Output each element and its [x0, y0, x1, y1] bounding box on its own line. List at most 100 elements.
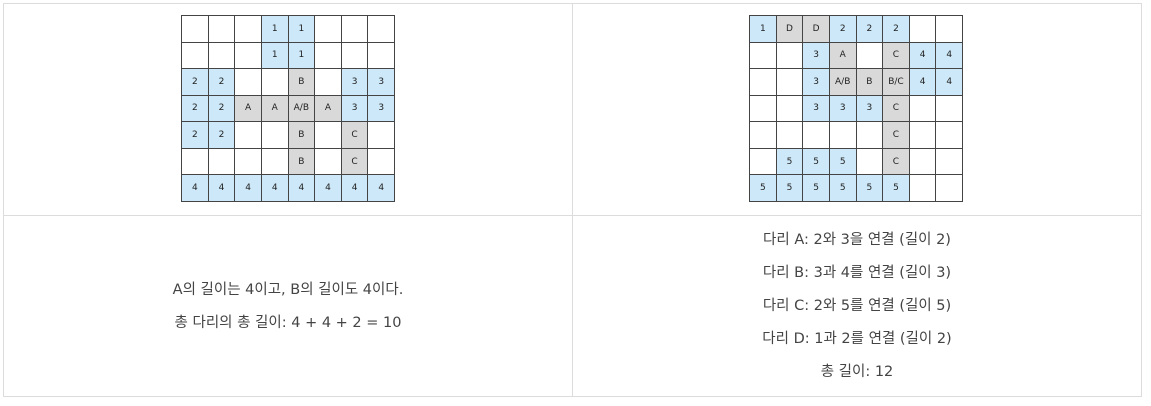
grid-cell-empty [368, 148, 395, 176]
grid-cell-bridge: C [883, 95, 910, 123]
grid-cell-island: 3 [829, 95, 857, 123]
grid-cell-island: 2 [208, 69, 236, 96]
grid-cell-empty [803, 122, 830, 149]
grid-cell-empty [261, 122, 289, 149]
grid-cell-bridge: B [288, 122, 316, 149]
grid-cell-empty [936, 122, 963, 149]
grid-cell-empty [856, 122, 884, 149]
grid-cell-empty [776, 42, 804, 70]
grid-cell-island: 4 [936, 42, 963, 70]
grid-cell-empty [936, 148, 963, 176]
grid-cell-island: 5 [803, 175, 830, 202]
grid-cell-island: 2 [208, 122, 236, 149]
grid-cell-bridge: C [341, 148, 369, 176]
grid-cell-empty [856, 42, 884, 70]
grid-cell-island: 5 [856, 175, 884, 202]
grid-cell-island: 4 [208, 175, 236, 202]
example-1-explanation: A의 길이는 4이고, B의 길이도 4이다. 총 다리의 총 길이: 4 + … [4, 216, 572, 397]
grid-cell-island: 4 [288, 175, 316, 202]
grid-cell-bridge: B [288, 69, 316, 96]
grid-cell-empty [182, 42, 209, 70]
grid-cell-empty [750, 148, 777, 176]
grid-cell-empty [208, 42, 236, 70]
grid-cell-empty [750, 122, 777, 149]
grid-cell-empty [776, 95, 804, 123]
grid-cell-island: 5 [883, 175, 910, 202]
grid-cell-empty [909, 122, 937, 149]
grid-cell-empty [235, 148, 262, 176]
grid-cell-island: 2 [829, 16, 857, 43]
grid-cell-island: 5 [776, 148, 804, 176]
grid-cell-bridge: A [829, 42, 857, 70]
grid-cell-empty [235, 42, 262, 70]
example-1-grid: 1 1 1 1 2 2 B 3 3 2 2 A A A/B A 3 3 2 2 B C B C 4 4 4 4 4 4 4 4 [181, 15, 395, 202]
grid-cell-island: 3 [856, 95, 884, 123]
grid-cell-island: 3 [341, 69, 369, 96]
grid-cell-empty [936, 175, 963, 202]
grid-cell-empty [909, 175, 937, 202]
grid-cell-bridge: A [235, 95, 262, 123]
grid-cell-empty [750, 42, 777, 70]
grid-cell-empty [368, 122, 395, 149]
grid-cell-island: 4 [909, 42, 937, 70]
grid-cell-empty [315, 16, 342, 43]
grid-cell-bridge: C [883, 42, 910, 70]
examples-table: 1 1 1 1 2 2 B 3 3 2 2 A A A/B A 3 3 2 2 B C B C 4 4 4 4 4 4 4 4 1DD222… [3, 3, 1142, 397]
grid-cell-empty [829, 122, 857, 149]
grid-cell-island: 4 [368, 175, 395, 202]
grid-cell-empty [341, 42, 369, 70]
grid-cell-empty [315, 42, 342, 70]
grid-cell-bridge: C [883, 122, 910, 149]
grid-cell-island: 1 [288, 42, 316, 70]
grid-cell-island: 5 [829, 175, 857, 202]
grid-cell-empty [909, 95, 937, 123]
grid-cell-bridge: B [288, 148, 316, 176]
grid-cell-bridge: D [776, 16, 804, 43]
grid-cell-island: 2 [182, 122, 209, 149]
grid-cell-island: 5 [803, 148, 830, 176]
grid-cell-island: 1 [750, 16, 777, 43]
grid-cell-empty [235, 69, 262, 96]
grid-cell-island: 4 [261, 175, 289, 202]
grid-cell-empty [909, 148, 937, 176]
grid-cell-empty [182, 148, 209, 176]
grid-cell-empty [315, 122, 342, 149]
grid-cell-empty [776, 122, 804, 149]
grid-cell-empty [341, 16, 369, 43]
example-1-line-2: 총 다리의 총 길이: 4 + 4 + 2 = 10 [174, 314, 402, 331]
grid-cell-island: 3 [803, 95, 830, 123]
grid-cell-island: 5 [750, 175, 777, 202]
grid-cell-island: 2 [856, 16, 884, 43]
grid-cell-empty [235, 122, 262, 149]
grid-cell-empty [182, 16, 209, 43]
grid-cell-empty [936, 95, 963, 123]
grid-cell-empty [261, 148, 289, 176]
bridge-c-description: 다리 C: 2와 5를 연결 (길이 5) [762, 298, 952, 314]
grid-cell-empty [368, 42, 395, 70]
grid-cell-island: 3 [341, 95, 369, 123]
grid-cell-island: 5 [829, 148, 857, 176]
bridge-d-description: 다리 D: 1과 2를 연결 (길이 2) [762, 331, 952, 347]
grid-cell-island: 3 [368, 95, 395, 123]
grid-cell-island: 1 [261, 16, 289, 43]
bridge-a-description: 다리 A: 2와 3을 연결 (길이 2) [763, 232, 951, 248]
grid-cell-bridge: A/B [829, 69, 857, 96]
grid-cell-island: 4 [235, 175, 262, 202]
grid-cell-empty [315, 148, 342, 176]
grid-cell-empty [315, 69, 342, 96]
grid-cell-island: 4 [182, 175, 209, 202]
total-length: 총 길이: 12 [820, 364, 894, 380]
grid-cell-island: 3 [803, 69, 830, 96]
grid-cell-empty [936, 16, 963, 43]
grid-cell-empty [856, 148, 884, 176]
grid-cell-island: 3 [803, 42, 830, 70]
grid-cell-island: 5 [776, 175, 804, 202]
grid-cell-bridge: D [803, 16, 830, 43]
grid-cell-empty [208, 16, 236, 43]
example-2-grid: 1 D D 2 2 2 3 A C 4 4 3 A/B B B/C 4 4 3 3 3 C C 5 5 5 C 5 5 5 5 5 5 [749, 15, 963, 202]
grid-cell-empty [750, 69, 777, 96]
grid-cell-bridge: A [261, 95, 289, 123]
grid-cell-bridge: A/B [288, 95, 316, 123]
grid-cell-empty [235, 16, 262, 43]
grid-cell-bridge: B/C [883, 69, 910, 96]
